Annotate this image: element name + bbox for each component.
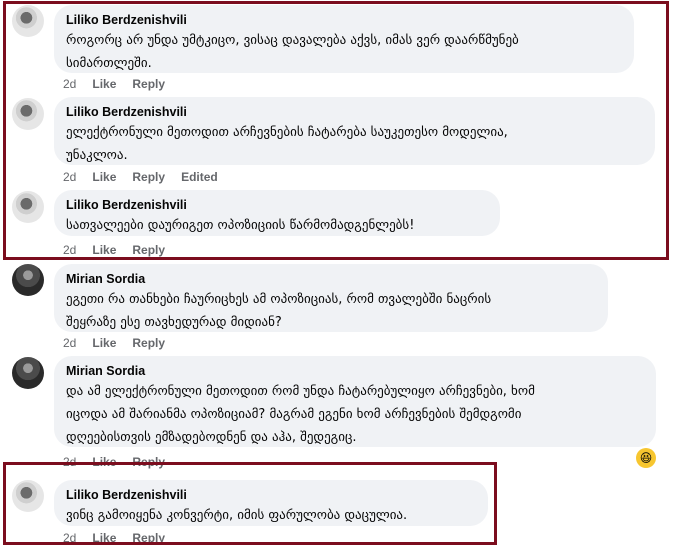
like-button[interactable]: Like	[92, 336, 116, 350]
comment-actions: 2d Like Reply	[63, 336, 181, 350]
avatar[interactable]	[12, 357, 44, 389]
comment-bubble: Mirian Sordia ეგეთი რა თანხები ჩაურიცხეს…	[54, 264, 608, 332]
comment-text: და ამ ელექტრონული მეთოდით რომ უნდა ჩატარ…	[66, 384, 535, 445]
reply-button[interactable]: Reply	[132, 336, 165, 350]
comment-bubble: Mirian Sordia და ამ ელექტრონული მეთოდით …	[54, 356, 656, 447]
comment-author[interactable]: Mirian Sordia	[66, 363, 644, 380]
laughing-emoji-icon[interactable]: 😆	[636, 448, 656, 468]
highlight-frame-top	[3, 1, 669, 260]
comment-time[interactable]: 2d	[63, 336, 76, 350]
avatar[interactable]	[12, 264, 44, 296]
comment-author[interactable]: Mirian Sordia	[66, 271, 596, 288]
comment-text: ეგეთი რა თანხები ჩაურიცხეს ამ ოპოზიციას,…	[66, 292, 492, 330]
highlight-frame-bottom	[3, 462, 497, 545]
